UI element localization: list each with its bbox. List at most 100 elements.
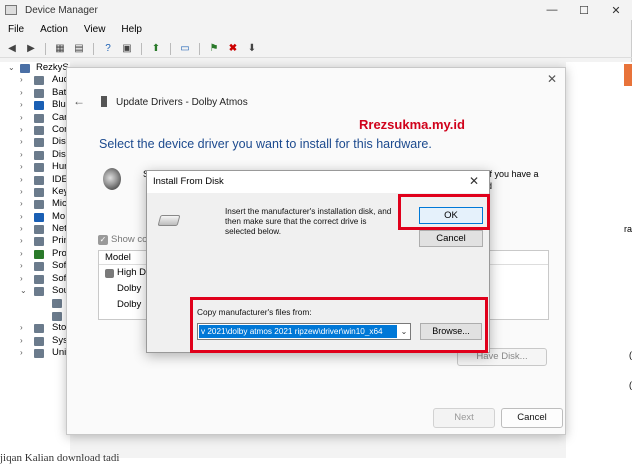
tree-item[interactable]: › IDE bbox=[0, 174, 70, 186]
chevron-right-icon[interactable]: › bbox=[20, 322, 23, 334]
tree-item[interactable]: › Mo bbox=[0, 211, 70, 223]
keyboard-icon bbox=[34, 187, 44, 197]
speaker-icon bbox=[103, 168, 121, 190]
chevron-right-icon[interactable]: › bbox=[20, 99, 23, 111]
add-driver-icon[interactable]: ⚑ bbox=[206, 42, 222, 56]
toolbar: ◀ ▶ ▦ ▤ ? ▣ ⬆ ▭ ⚑ ✖ ⬇ bbox=[0, 40, 632, 58]
instruction-text: Insert the manufacturer's installation d… bbox=[225, 207, 392, 236]
tree-item[interactable]: › Syst bbox=[0, 335, 70, 347]
chevron-right-icon[interactable]: › bbox=[20, 186, 23, 198]
menu-view[interactable]: View bbox=[76, 22, 114, 38]
chevron-right-icon[interactable]: › bbox=[20, 260, 23, 272]
tree-item[interactable]: › Key bbox=[0, 186, 70, 198]
tree-item[interactable]: › Batt bbox=[0, 87, 70, 99]
chevron-right-icon[interactable]: › bbox=[20, 161, 23, 173]
chevron-right-icon[interactable]: › bbox=[20, 174, 23, 186]
chevron-down-icon[interactable]: ⌄ bbox=[8, 62, 15, 74]
next-button[interactable]: Next bbox=[433, 408, 495, 428]
tree-subitem[interactable] bbox=[0, 297, 70, 309]
chevron-right-icon[interactable]: › bbox=[20, 87, 23, 99]
device-icon bbox=[101, 96, 107, 107]
chevron-right-icon[interactable]: › bbox=[20, 235, 23, 247]
speaker-icon bbox=[52, 299, 62, 309]
monitor-icon bbox=[34, 212, 44, 222]
tree-item[interactable]: › Disp bbox=[0, 149, 70, 161]
close-icon[interactable]: ✕ bbox=[469, 174, 479, 188]
close-icon[interactable]: ✕ bbox=[547, 72, 557, 86]
chevron-right-icon[interactable]: › bbox=[20, 74, 23, 86]
toolbar-separator bbox=[141, 42, 142, 55]
maximize-button[interactable]: ☐ bbox=[568, 0, 600, 20]
tree-item[interactable]: › Net bbox=[0, 223, 70, 235]
toolbar-separator bbox=[199, 42, 200, 55]
minimize-button[interactable]: — bbox=[536, 0, 568, 20]
toolbar-separator bbox=[45, 42, 46, 55]
toolbar-separator bbox=[170, 42, 171, 55]
cancel-button[interactable]: Cancel bbox=[419, 230, 483, 247]
chevron-down-icon[interactable]: ⌄ bbox=[20, 285, 27, 297]
storage-icon bbox=[34, 324, 44, 334]
driver-list[interactable] bbox=[487, 250, 549, 320]
cancel-button[interactable]: Cancel bbox=[501, 408, 563, 428]
tree-item[interactable]: › Soft bbox=[0, 273, 70, 285]
chevron-right-icon[interactable]: › bbox=[20, 136, 23, 148]
tree-item[interactable]: ›Hum bbox=[0, 161, 70, 173]
tree-item[interactable]: › Mic bbox=[0, 198, 70, 210]
computer-icon bbox=[20, 64, 30, 73]
list-header bbox=[488, 251, 548, 265]
back-arrow-icon[interactable]: ← bbox=[73, 94, 85, 108]
tree-item[interactable]: › Univ bbox=[0, 347, 70, 359]
chevron-right-icon[interactable]: › bbox=[20, 273, 23, 285]
background-page: ra ( ( bbox=[566, 62, 632, 458]
tree-item[interactable]: › Sto bbox=[0, 322, 70, 334]
download-icon[interactable]: ⬇ bbox=[244, 42, 260, 56]
back-arrow-icon[interactable]: ◀ bbox=[4, 42, 20, 56]
tree-item[interactable]: ⌄ Sou bbox=[0, 285, 70, 297]
update-driver-icon[interactable]: ⬆ bbox=[148, 42, 164, 56]
menu-file[interactable]: File bbox=[0, 22, 32, 38]
tree-item[interactable]: › Soft bbox=[0, 260, 70, 272]
system-icon bbox=[34, 336, 44, 346]
chevron-right-icon[interactable]: › bbox=[20, 211, 23, 223]
computer-icon bbox=[34, 125, 44, 135]
help-icon[interactable]: ? bbox=[100, 42, 116, 56]
tree-root[interactable]: ⌄ RezkyS bbox=[0, 62, 70, 74]
tree-item[interactable]: › Disk bbox=[0, 136, 70, 148]
view-icon[interactable]: ▣ bbox=[119, 42, 135, 56]
window-controls: — ☐ ✕ bbox=[536, 0, 632, 20]
chevron-right-icon[interactable]: › bbox=[20, 347, 23, 359]
display-icon bbox=[34, 150, 44, 160]
close-button[interactable]: ✕ bbox=[600, 0, 632, 20]
show-compatible-checkbox[interactable]: ✓ Show co bbox=[98, 234, 147, 245]
tree-subitem[interactable] bbox=[0, 310, 70, 322]
tree-item[interactable]: › Blue bbox=[0, 99, 70, 111]
checkbox-checked-icon[interactable]: ✓ bbox=[98, 234, 108, 245]
chevron-right-icon[interactable]: › bbox=[20, 198, 23, 210]
chevron-right-icon[interactable]: › bbox=[20, 112, 23, 124]
chevron-right-icon[interactable]: › bbox=[20, 248, 23, 260]
processor-icon bbox=[34, 249, 44, 259]
show-hide-console-tree-icon[interactable]: ▦ bbox=[52, 42, 68, 56]
menu-action[interactable]: Action bbox=[32, 22, 76, 38]
hid-icon bbox=[34, 163, 44, 173]
chevron-right-icon[interactable]: › bbox=[20, 223, 23, 235]
tree-item[interactable]: › Prin bbox=[0, 235, 70, 247]
chevron-right-icon[interactable]: › bbox=[20, 149, 23, 161]
uninstall-icon[interactable]: ✖ bbox=[225, 42, 241, 56]
chevron-right-icon[interactable]: › bbox=[20, 335, 23, 347]
tree-item[interactable]: › Pro bbox=[0, 248, 70, 260]
tree-item[interactable]: › Can bbox=[0, 112, 70, 124]
battery-icon bbox=[34, 88, 44, 98]
tree-item[interactable]: › Aud bbox=[0, 74, 70, 86]
disk-icon bbox=[34, 138, 44, 148]
dialog-heading: Select the device driver you want to ins… bbox=[99, 137, 432, 151]
device-manager-icon bbox=[5, 5, 17, 15]
properties-icon[interactable]: ▤ bbox=[71, 42, 87, 56]
menu-help[interactable]: Help bbox=[113, 22, 150, 38]
network-icon bbox=[34, 225, 44, 235]
tree-item[interactable]: › Con bbox=[0, 124, 70, 136]
chevron-right-icon[interactable]: › bbox=[20, 124, 23, 136]
toolbar-separator bbox=[93, 42, 94, 55]
scan-hardware-icon[interactable]: ▭ bbox=[177, 42, 193, 56]
forward-arrow-icon[interactable]: ▶ bbox=[23, 42, 39, 56]
